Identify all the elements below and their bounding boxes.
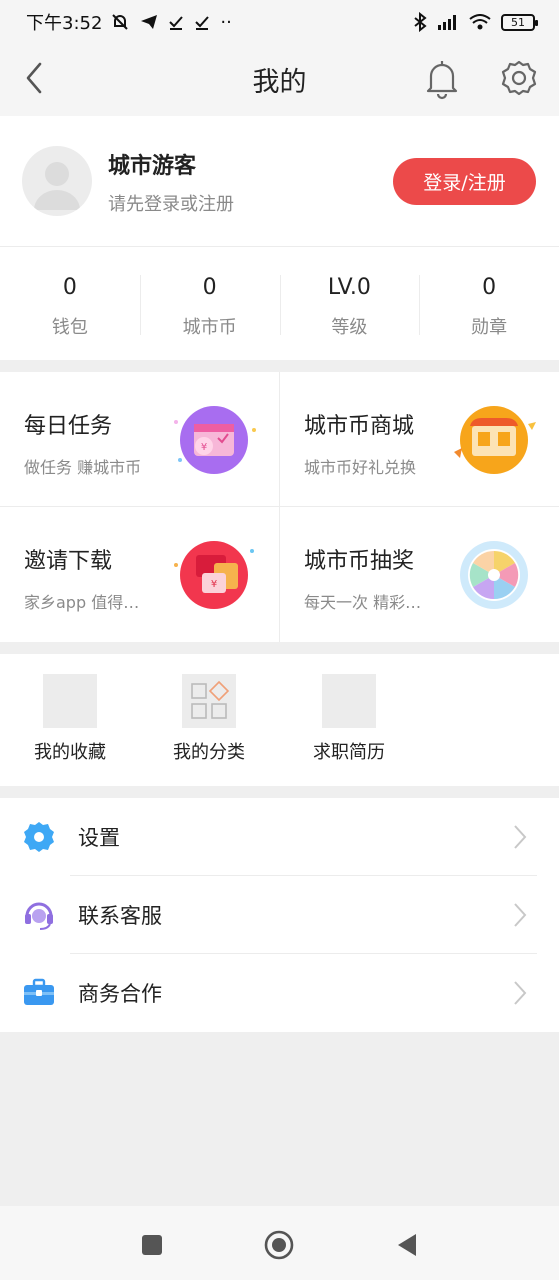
stat-label: 勋章: [471, 317, 508, 338]
profile-card: 城市游客 请先登录或注册 登录/注册: [0, 116, 559, 246]
shop-icon: [454, 406, 536, 474]
more-dots-icon: ··: [220, 11, 232, 33]
stat-label: 等级: [331, 317, 368, 338]
stat-medal[interactable]: 0 勋章: [419, 247, 559, 360]
task-title: 城市币抽奖: [304, 549, 415, 574]
task-subtitle: 每天一次 精彩…: [304, 593, 422, 612]
shortcut-favorites[interactable]: 我的收藏: [10, 674, 130, 766]
check-icon: [169, 16, 184, 30]
stats-row: 0 钱包 0 城市币 LV.0 等级 0 勋章: [0, 246, 559, 360]
chevron-right-icon: [514, 903, 527, 927]
top-bar: 我的: [0, 44, 559, 116]
task-grid: 每日任务 做任务 赚城市币 ¥ 城市币商城 城市币好礼兑换 邀请下载 家乡app…: [0, 372, 559, 642]
shortcut-label: 求职简历: [313, 742, 385, 763]
home-icon[interactable]: [264, 1230, 294, 1260]
avatar[interactable]: [22, 146, 92, 216]
menu-item-business[interactable]: 商务合作: [0, 954, 559, 1032]
task-title: 每日任务: [24, 414, 113, 439]
calendar-coin-icon: ¥: [174, 406, 256, 474]
menu-label: 商务合作: [78, 982, 162, 1006]
menu-list: 设置 联系客服 商务合作: [0, 798, 559, 1032]
task-subtitle: 做任务 赚城市币: [24, 458, 142, 477]
svg-text:¥: ¥: [211, 579, 217, 590]
user-name: 城市游客: [108, 154, 197, 179]
check-icon: [195, 16, 210, 30]
stat-value: LV.0: [327, 275, 371, 300]
categories-icon: [182, 674, 236, 728]
bell-icon[interactable]: [422, 56, 462, 100]
task-title: 邀请下载: [24, 549, 113, 574]
status-bar: 下午3:52 ·· 51: [0, 0, 559, 44]
menu-item-customer-service[interactable]: 联系客服: [0, 876, 559, 954]
resume-icon: [322, 674, 376, 728]
stat-value: 0: [62, 275, 77, 300]
task-daily[interactable]: 每日任务 做任务 赚城市币 ¥: [0, 372, 279, 506]
favorites-icon: [43, 674, 97, 728]
task-invite[interactable]: 邀请下载 家乡app 值得… ¥: [0, 507, 279, 641]
menu-label: 联系客服: [78, 904, 162, 928]
stat-label: 钱包: [51, 317, 88, 338]
recent-apps-icon[interactable]: [137, 1230, 167, 1260]
shortcut-label: 我的分类: [173, 742, 245, 763]
system-nav-bar: [0, 1206, 559, 1280]
stat-value: 0: [202, 275, 217, 300]
stat-value: 0: [482, 275, 497, 300]
stat-level[interactable]: LV.0 等级: [279, 247, 420, 360]
shortcut-label: 我的收藏: [34, 742, 106, 763]
login-hint: 请先登录或注册: [108, 194, 234, 215]
battery-icon: 51: [501, 13, 538, 31]
chevron-right-icon: [514, 981, 527, 1005]
red-envelope-icon: ¥: [174, 541, 254, 609]
task-subtitle: 家乡app 值得…: [24, 593, 140, 612]
shortcut-row: 我的收藏 我的分类 求职简历: [0, 654, 559, 786]
briefcase-icon: [24, 978, 54, 1005]
back-icon[interactable]: [392, 1230, 422, 1260]
gear-icon: [24, 822, 54, 852]
status-time: 下午3:52: [26, 13, 103, 34]
stat-label: 城市币: [182, 317, 237, 338]
settings-gear-icon[interactable]: [498, 56, 540, 100]
user-silhouette-icon: [34, 162, 80, 210]
menu-item-settings[interactable]: 设置: [0, 798, 559, 876]
task-lottery[interactable]: 城市币抽奖 每天一次 精彩…: [280, 507, 559, 641]
mute-bell-icon: [112, 14, 129, 30]
task-subtitle: 城市币好礼兑换: [304, 458, 417, 477]
login-register-button[interactable]: 登录/注册: [393, 158, 536, 205]
signal-icon: [438, 15, 456, 30]
bluetooth-icon: [414, 12, 427, 32]
wifi-icon: [469, 14, 491, 30]
chevron-right-icon: [514, 825, 527, 849]
task-title: 城市币商城: [304, 414, 415, 439]
lottery-wheel-icon: [460, 541, 528, 609]
shortcut-resume[interactable]: 求职简历: [289, 674, 409, 766]
telegram-icon: [141, 15, 158, 29]
menu-label: 设置: [78, 826, 120, 850]
headset-icon: [25, 902, 53, 930]
stat-wallet[interactable]: 0 钱包: [0, 247, 140, 360]
page-title: 我的: [252, 67, 307, 98]
svg-text:¥: ¥: [201, 442, 207, 453]
shortcut-categories[interactable]: 我的分类: [149, 674, 269, 766]
task-coin-shop[interactable]: 城市币商城 城市币好礼兑换: [280, 372, 559, 506]
stat-city-coin[interactable]: 0 城市币: [139, 247, 280, 360]
